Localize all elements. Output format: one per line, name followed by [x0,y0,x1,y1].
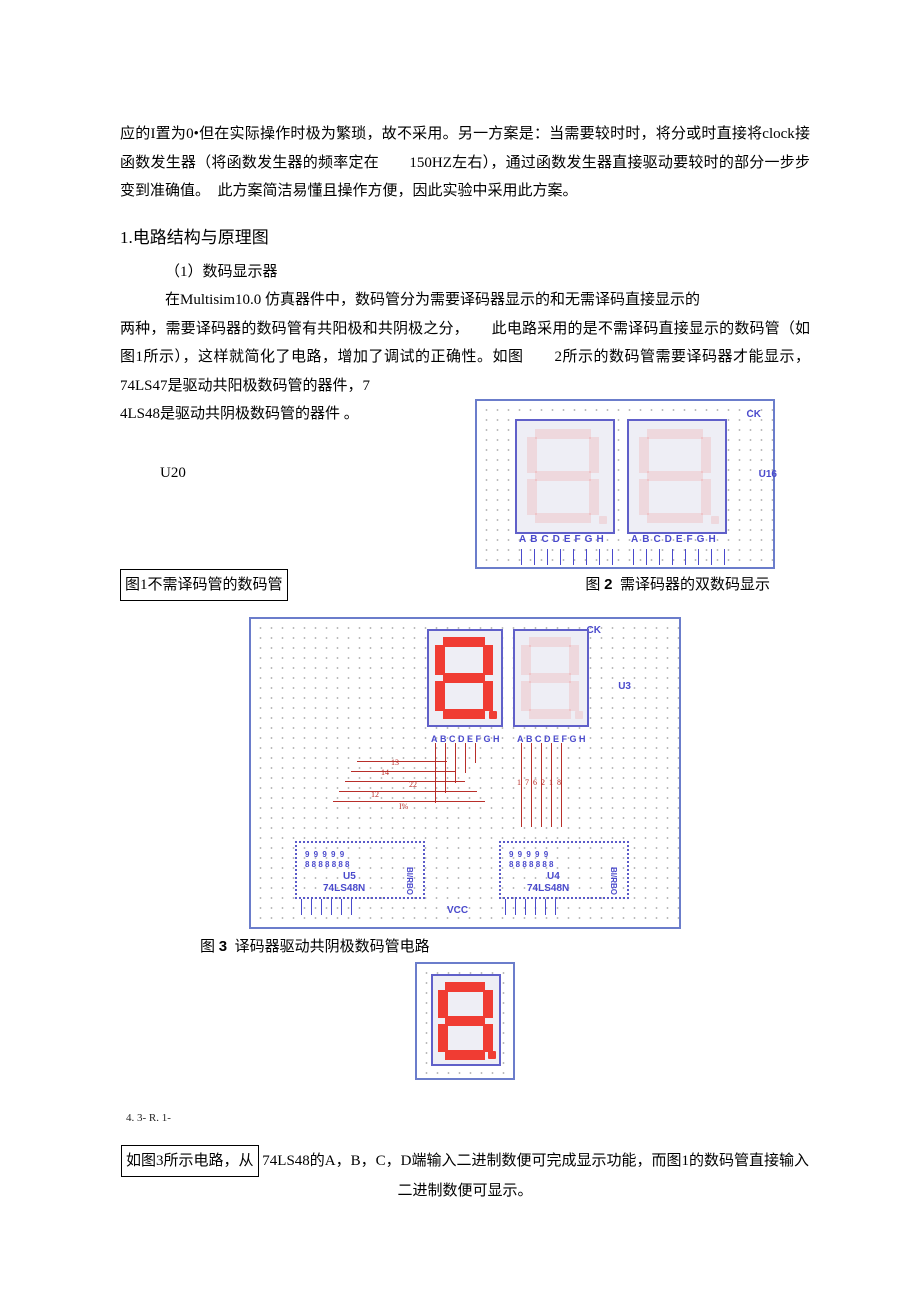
seven-seg-right [627,419,727,534]
pinrow-right: ABCDEFGH [631,530,720,549]
pinrow-b: ABCDEFGH [517,731,588,748]
footnote: 4. 3- R. 1- [126,1108,810,1129]
figure-3-caption: 图 3 译码器驱动共阴极数码管电路 [200,933,810,962]
wire-right-nums: 1 7 6 2 1 8 [517,775,562,790]
figure-2-caption: 图 2 需译码器的双数码显示 [585,571,810,600]
u3-label: U3 [618,677,631,696]
figure-3: CK U3 [249,617,681,929]
wire-12: 12 [371,787,379,802]
wire-ipct: I% [399,799,408,814]
para2-line1: 在Multisim10.0 仿真器件中，数码管分为需要译码器显示的和无需译码直接… [120,286,810,315]
wire-13: 13 [391,755,399,770]
figure-1-digit [415,962,515,1080]
ck-label: CK [747,405,761,424]
para2-body: 两种，需要译码器的数码管有共阳极和共阴极之分， 此电路采用的是不需译码直接显示的… [120,315,810,401]
figure-1-caption: 图1不需译码管的数码管 [120,569,288,602]
wire-14: 14 [381,765,389,780]
pinrow-left: ABCDEFGH [519,530,608,549]
seven-seg-8 [427,629,503,727]
section-1-title: 1.电路结构与原理图 [120,222,810,254]
subsection-1-1: （1）数码显示器 [120,258,810,287]
vcc-label: VCC [447,901,468,920]
seven-seg-blank [513,629,589,727]
wire-22: 22 [409,777,417,792]
chip-u4: 9 9 9 9 9 8 8 8 8 8 8 8 U4 74LS48N BI/RB… [499,841,629,899]
figure-2: CK U16 [475,399,810,569]
pinrow-a: ABCDEFGH [431,731,502,748]
u16-label: U16 [759,465,777,484]
para-fig3: 如图3所示电路，从 74LS48的A，B，C，D端输入二进制数便可完成显示功能，… [120,1145,810,1206]
seven-seg-left [515,419,615,534]
intro-paragraph: 应的I置为0•但在实际操作时极为繁琐，故不采用。另一方案是：当需要较时时，将分或… [120,120,810,206]
chip-u5: 9 9 9 9 9 8 8 8 8 8 8 8 U5 74LS48N BI/RB… [295,841,425,899]
